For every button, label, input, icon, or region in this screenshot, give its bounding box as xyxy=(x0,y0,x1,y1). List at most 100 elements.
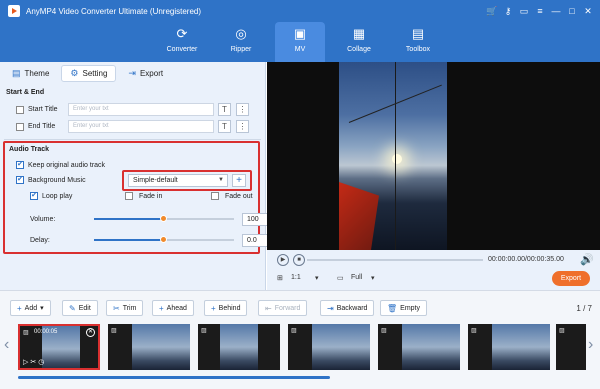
keep-original-checkbox[interactable]: ✔ xyxy=(16,161,24,169)
clip-item[interactable]: ▨ 00:00:05 ✕ ▷✂◷ xyxy=(18,324,100,370)
start-title-checkbox[interactable] xyxy=(16,105,24,114)
clip-item[interactable]: ▨ xyxy=(378,324,460,370)
add-music-button[interactable]: + xyxy=(232,174,246,187)
mv-tabs: ▤ Theme ⚙ Setting ⇥ Export xyxy=(0,62,265,84)
volume-icon[interactable]: 🔊 xyxy=(580,253,594,266)
scroll-left-icon[interactable]: ‹ xyxy=(4,336,9,354)
preview-image xyxy=(339,62,447,250)
music-select-box: Simple-default ▼ + xyxy=(122,170,252,191)
maximize-icon[interactable]: □ xyxy=(564,6,580,16)
chevron-down-icon[interactable]: ▾ xyxy=(315,274,319,282)
seek-bar[interactable] xyxy=(307,259,483,261)
toolbox-icon: ▤ xyxy=(411,26,425,41)
delay-slider-thumb[interactable] xyxy=(160,236,167,243)
end-title-label: End Title xyxy=(28,123,56,130)
end-title-grid-button[interactable]: ⋮ xyxy=(236,120,249,133)
start-title-row: Start Title Enter your txt T ⋮ xyxy=(0,101,265,118)
nav-converter[interactable]: ⟳ Converter xyxy=(157,22,207,62)
volume-slider-thumb[interactable] xyxy=(160,215,167,222)
background-music-checkbox[interactable]: ✔ xyxy=(16,176,24,184)
start-title-grid-button[interactable]: ⋮ xyxy=(236,103,249,116)
chat-icon[interactable]: ▭ xyxy=(516,6,532,17)
tab-theme[interactable]: ▤ Theme xyxy=(4,65,57,82)
minimize-icon[interactable]: — xyxy=(548,6,564,16)
monitor-icon: ▭ xyxy=(337,275,344,282)
forward-icon: ⇤ xyxy=(265,303,272,313)
image-icon: ▨ xyxy=(201,328,207,334)
volume-row: Volume: 100 ▲▼ xyxy=(30,212,278,226)
chevron-down-icon: ▼ xyxy=(218,177,224,183)
fit-select[interactable]: Full xyxy=(351,274,362,281)
export-icon: ⇥ xyxy=(128,67,136,78)
main-nav: ⟳ Converter ◎ Ripper ▣ MV ▦ Collage ▤ To… xyxy=(0,22,600,62)
background-music-select[interactable]: Simple-default ▼ xyxy=(128,174,228,187)
cart-icon[interactable]: 🛒 xyxy=(484,6,500,17)
menu-icon[interactable]: ≡ xyxy=(532,6,548,16)
nav-ripper[interactable]: ◎ Ripper xyxy=(216,22,266,62)
window-controls: 🛒 ⚷ ▭ ≡ — □ ✕ xyxy=(484,0,596,22)
tab-setting[interactable]: ⚙ Setting xyxy=(61,64,117,82)
audio-track-heading: Audio Track xyxy=(9,146,50,153)
fade-in-checkbox[interactable] xyxy=(125,192,133,200)
timeline-scrollbar[interactable] xyxy=(18,376,330,379)
clip-actions-icon[interactable]: ▷✂◷ xyxy=(23,358,46,366)
setting-icon: ⚙ xyxy=(70,67,79,78)
behind-button[interactable]: + Behind xyxy=(204,300,248,316)
aspect-ratio-select[interactable]: 1:1 xyxy=(291,274,301,281)
forward-button[interactable]: ⇤ Forward xyxy=(258,300,308,316)
image-icon: ▨ xyxy=(111,328,117,334)
ripper-icon: ◎ xyxy=(235,26,247,41)
tab-export[interactable]: ⇥ Export xyxy=(120,65,171,82)
player-controls: ▶ ■ 00:00:00.00/00:00:35.00 🔊 ⊞ 1:1 ▾ ▭ … xyxy=(267,250,600,290)
add-button[interactable]: + Add ▾ xyxy=(10,300,51,316)
timeline-strip: ‹ ▨ 00:00:05 ✕ ▷✂◷ ▨ ▨ ▨ ▨ ▨ ▨ › xyxy=(0,322,600,389)
fade-out-checkbox[interactable] xyxy=(211,192,219,200)
behind-icon: + xyxy=(211,303,216,313)
start-title-label: Start Title xyxy=(28,106,58,113)
image-icon: ▨ xyxy=(23,330,29,336)
loop-play-checkbox[interactable]: ✔ xyxy=(30,192,38,200)
end-title-input[interactable]: Enter your txt xyxy=(68,120,214,133)
clip-item[interactable]: ▨ xyxy=(198,324,280,370)
clip-item[interactable]: ▨ xyxy=(288,324,370,370)
clip-item[interactable]: ▨ xyxy=(108,324,190,370)
key-icon[interactable]: ⚷ xyxy=(500,6,516,17)
end-title-row: End Title Enter your txt T ⋮ xyxy=(0,118,265,135)
crop-icon[interactable]: ⊞ xyxy=(277,274,283,282)
start-end-heading: Start & End xyxy=(6,89,45,96)
title-bar: AnyMP4 Video Converter Ultimate (Unregis… xyxy=(0,0,600,22)
nav-toolbox[interactable]: ▤ Toolbox xyxy=(393,22,443,62)
start-title-input[interactable]: Enter your txt xyxy=(68,103,214,116)
page-indicator: 1 / 7 xyxy=(576,304,592,313)
play-icon[interactable]: ▶ xyxy=(277,254,289,266)
clip-item[interactable]: ▨ xyxy=(556,324,586,370)
collage-icon: ▦ xyxy=(352,26,366,41)
stop-icon[interactable]: ■ xyxy=(293,254,305,266)
image-icon: ▨ xyxy=(291,328,297,334)
scroll-right-icon[interactable]: › xyxy=(588,336,593,354)
export-button[interactable]: Export xyxy=(552,271,590,286)
chevron-down-icon[interactable]: ▾ xyxy=(371,274,375,282)
end-title-checkbox[interactable] xyxy=(16,122,24,131)
backward-icon: ⇥ xyxy=(327,303,334,313)
empty-button[interactable]: 🗑 Empty xyxy=(380,300,427,316)
ahead-button[interactable]: + Ahead xyxy=(152,300,194,316)
close-icon[interactable]: ✕ xyxy=(580,6,596,17)
divider xyxy=(4,139,261,140)
theme-icon: ▤ xyxy=(12,67,21,78)
start-title-font-button[interactable]: T xyxy=(218,103,231,116)
close-icon[interactable]: ✕ xyxy=(86,328,95,337)
time-display: 00:00:00.00/00:00:35.00 xyxy=(488,256,564,263)
trash-icon: 🗑 xyxy=(387,303,398,313)
volume-slider[interactable] xyxy=(94,215,234,222)
clip-item[interactable]: ▨ xyxy=(468,324,550,370)
image-icon: ▨ xyxy=(381,328,387,334)
nav-mv[interactable]: ▣ MV xyxy=(275,22,325,62)
end-title-font-button[interactable]: T xyxy=(218,120,231,133)
backward-button[interactable]: ⇥ Backward xyxy=(320,300,375,316)
edit-button[interactable]: ✎ Edit xyxy=(62,300,98,316)
trim-button[interactable]: ✂ Trim xyxy=(106,300,144,316)
nav-collage[interactable]: ▦ Collage xyxy=(334,22,384,62)
delay-slider[interactable] xyxy=(94,236,234,243)
image-icon: ▨ xyxy=(559,328,565,334)
